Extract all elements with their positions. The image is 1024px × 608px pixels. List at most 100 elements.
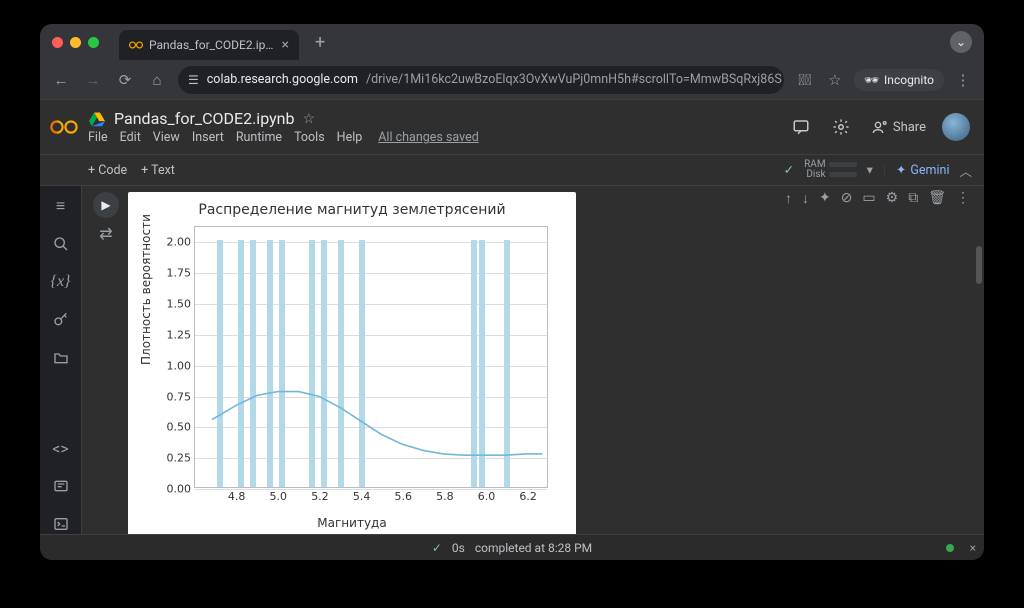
comments-button[interactable] xyxy=(786,114,816,140)
nav-forward-button[interactable]: → xyxy=(82,71,104,89)
cell-comment-icon[interactable]: ▭ xyxy=(862,190,875,207)
titlebar: Pandas_for_CODE2.ipynb - C × + ⌄ xyxy=(40,24,984,60)
resource-meter[interactable]: RAM Disk xyxy=(804,160,856,180)
cell-more-icon[interactable]: ⋮ xyxy=(956,190,970,207)
notebook-body: ≡ {x} <> ↑ ↓ ✦ ⊘ ▭ ⚙ ⧉ 🗑 ⋮ xyxy=(40,186,984,534)
share-button[interactable]: Share xyxy=(866,115,932,139)
status-time: 0s xyxy=(452,541,465,555)
site-info-icon[interactable]: ☰ xyxy=(188,73,199,87)
files-icon[interactable] xyxy=(40,348,81,368)
url-host: colab.research.google.com xyxy=(207,72,358,87)
browser-window: Pandas_for_CODE2.ipynb - C × + ⌄ ← → ⟳ ⌂… xyxy=(40,24,984,560)
home-button[interactable]: ⌂ xyxy=(146,71,168,89)
variables-icon[interactable]: {x} xyxy=(40,272,81,292)
menu-runtime[interactable]: Runtime xyxy=(236,130,282,145)
cell-mirror-icon[interactable]: ⧉ xyxy=(908,190,918,207)
menu-tools[interactable]: Tools xyxy=(294,130,325,145)
document-title[interactable]: Pandas_for_CODE2.ipynb xyxy=(114,109,294,128)
code-snippets-icon[interactable]: <> xyxy=(40,438,81,458)
add-text-button[interactable]: + Text xyxy=(141,163,175,178)
new-tab-button[interactable]: + xyxy=(315,32,325,53)
notebook-toolbar: + Code + Text ✓ RAM Disk ▾ | ✦ Gemini ︿ xyxy=(40,154,984,186)
ytick: 1.75 xyxy=(167,267,192,280)
scrollbar-thumb[interactable] xyxy=(976,246,982,284)
status-check-icon: ✓ xyxy=(432,541,442,555)
search-icon[interactable] xyxy=(40,234,81,254)
secrets-icon[interactable] xyxy=(40,310,81,330)
drive-icon xyxy=(88,111,106,127)
menu-view[interactable]: View xyxy=(153,130,180,145)
runtime-dropdown-icon[interactable]: ▾ xyxy=(867,162,873,178)
cell-link-icon[interactable]: ⊘ xyxy=(841,190,853,207)
cell-toolbar: ↑ ↓ ✦ ⊘ ▭ ⚙ ⧉ 🗑 ⋮ xyxy=(785,190,970,207)
cell-output: Распределение магнитуд землетрясений 0.0… xyxy=(128,192,576,534)
reload-button[interactable]: ⟳ xyxy=(114,71,136,89)
status-message: completed at 8:28 PM xyxy=(475,541,592,555)
ytick: 0.50 xyxy=(167,421,192,434)
kernel-status-dot xyxy=(946,544,954,552)
bookmark-star-icon[interactable]: ☆ xyxy=(824,71,846,89)
ytick: 1.00 xyxy=(167,359,192,372)
maximize-window-button[interactable] xyxy=(88,37,99,48)
menu-edit[interactable]: Edit xyxy=(120,130,141,145)
colab-favicon-icon xyxy=(129,38,143,52)
incognito-icon: 🕶 xyxy=(864,73,879,87)
code-cell: ▶ ⇄ Распределение магнитуд землетрясений… xyxy=(82,186,984,534)
ytick: 0.75 xyxy=(167,390,192,403)
xtick: 5.6 xyxy=(394,490,412,503)
toggle-output-icon[interactable]: ⇄ xyxy=(99,224,112,243)
cell-delete-icon[interactable]: 🗑 xyxy=(928,190,946,207)
star-button[interactable]: ☆ xyxy=(302,111,315,127)
status-bar: ✓ 0s completed at 8:28 PM × xyxy=(40,534,984,560)
browser-menu-button[interactable]: ⋮ xyxy=(952,71,974,89)
cell-move-up-icon[interactable]: ↑ xyxy=(785,190,792,207)
close-window-button[interactable] xyxy=(52,37,63,48)
collapse-toolbar-button[interactable]: ︿ xyxy=(959,161,972,180)
colab-logo-icon[interactable] xyxy=(50,118,78,136)
incognito-badge[interactable]: 🕶 Incognito xyxy=(854,69,944,91)
tab-overflow-button[interactable]: ⌄ xyxy=(950,31,972,53)
command-palette-icon[interactable] xyxy=(40,476,81,496)
save-status[interactable]: All changes saved xyxy=(378,130,478,145)
ytick: 1.50 xyxy=(167,298,192,311)
histogram-chart: Распределение магнитуд землетрясений 0.0… xyxy=(134,198,570,532)
add-code-button[interactable]: + Code xyxy=(88,163,127,178)
cell-settings-icon[interactable]: ⚙ xyxy=(886,190,899,207)
nav-back-button[interactable]: ← xyxy=(50,71,72,89)
browser-tab[interactable]: Pandas_for_CODE2.ipynb - C × xyxy=(119,30,299,60)
kde-curve xyxy=(195,227,547,487)
cell-gemini-icon[interactable]: ✦ xyxy=(819,190,831,207)
left-rail: ≡ {x} <> xyxy=(40,186,82,534)
xtick: 4.8 xyxy=(228,490,246,503)
run-cell-button[interactable]: ▶ xyxy=(93,192,119,218)
ytick: 2.00 xyxy=(167,236,192,249)
xtick: 5.2 xyxy=(311,490,329,503)
eye-off-icon[interactable]: 👁̸ xyxy=(794,71,816,89)
status-close-icon[interactable]: × xyxy=(970,541,976,555)
ytick: 0.25 xyxy=(167,452,192,465)
user-avatar[interactable] xyxy=(942,113,970,141)
menu-insert[interactable]: Insert xyxy=(192,130,224,145)
window-controls xyxy=(52,37,99,48)
xtick: 5.4 xyxy=(353,490,371,503)
menu-file[interactable]: File xyxy=(88,130,108,145)
tab-close-icon[interactable]: × xyxy=(282,37,289,53)
tab-title: Pandas_for_CODE2.ipynb - C xyxy=(149,38,276,52)
chart-xlabel: Магнитуда xyxy=(134,516,570,530)
menubar: File Edit View Insert Runtime Tools Help… xyxy=(88,130,479,145)
gemini-button[interactable]: ✦ Gemini xyxy=(896,162,950,178)
incognito-label: Incognito xyxy=(884,73,934,87)
xtick: 5.0 xyxy=(270,490,288,503)
settings-button[interactable] xyxy=(826,114,856,140)
ytick: 0.00 xyxy=(167,483,192,496)
minimize-window-button[interactable] xyxy=(70,37,81,48)
notebook-area[interactable]: ↑ ↓ ✦ ⊘ ▭ ⚙ ⧉ 🗑 ⋮ ▶ ⇄ Распре xyxy=(82,186,984,534)
chart-title: Распределение магнитуд землетрясений xyxy=(134,198,570,218)
url-input[interactable]: ☰ colab.research.google.com/drive/1Mi16k… xyxy=(178,66,784,94)
url-path: /drive/1Mi16kc2uwBzoElqx3OvXwVuPj0mnH5h#… xyxy=(366,72,782,87)
terminal-icon[interactable] xyxy=(40,514,81,534)
cell-move-down-icon[interactable]: ↓ xyxy=(802,190,809,207)
address-bar: ← → ⟳ ⌂ ☰ colab.research.google.com/driv… xyxy=(40,60,984,100)
toc-icon[interactable]: ≡ xyxy=(40,196,81,216)
menu-help[interactable]: Help xyxy=(337,130,363,145)
